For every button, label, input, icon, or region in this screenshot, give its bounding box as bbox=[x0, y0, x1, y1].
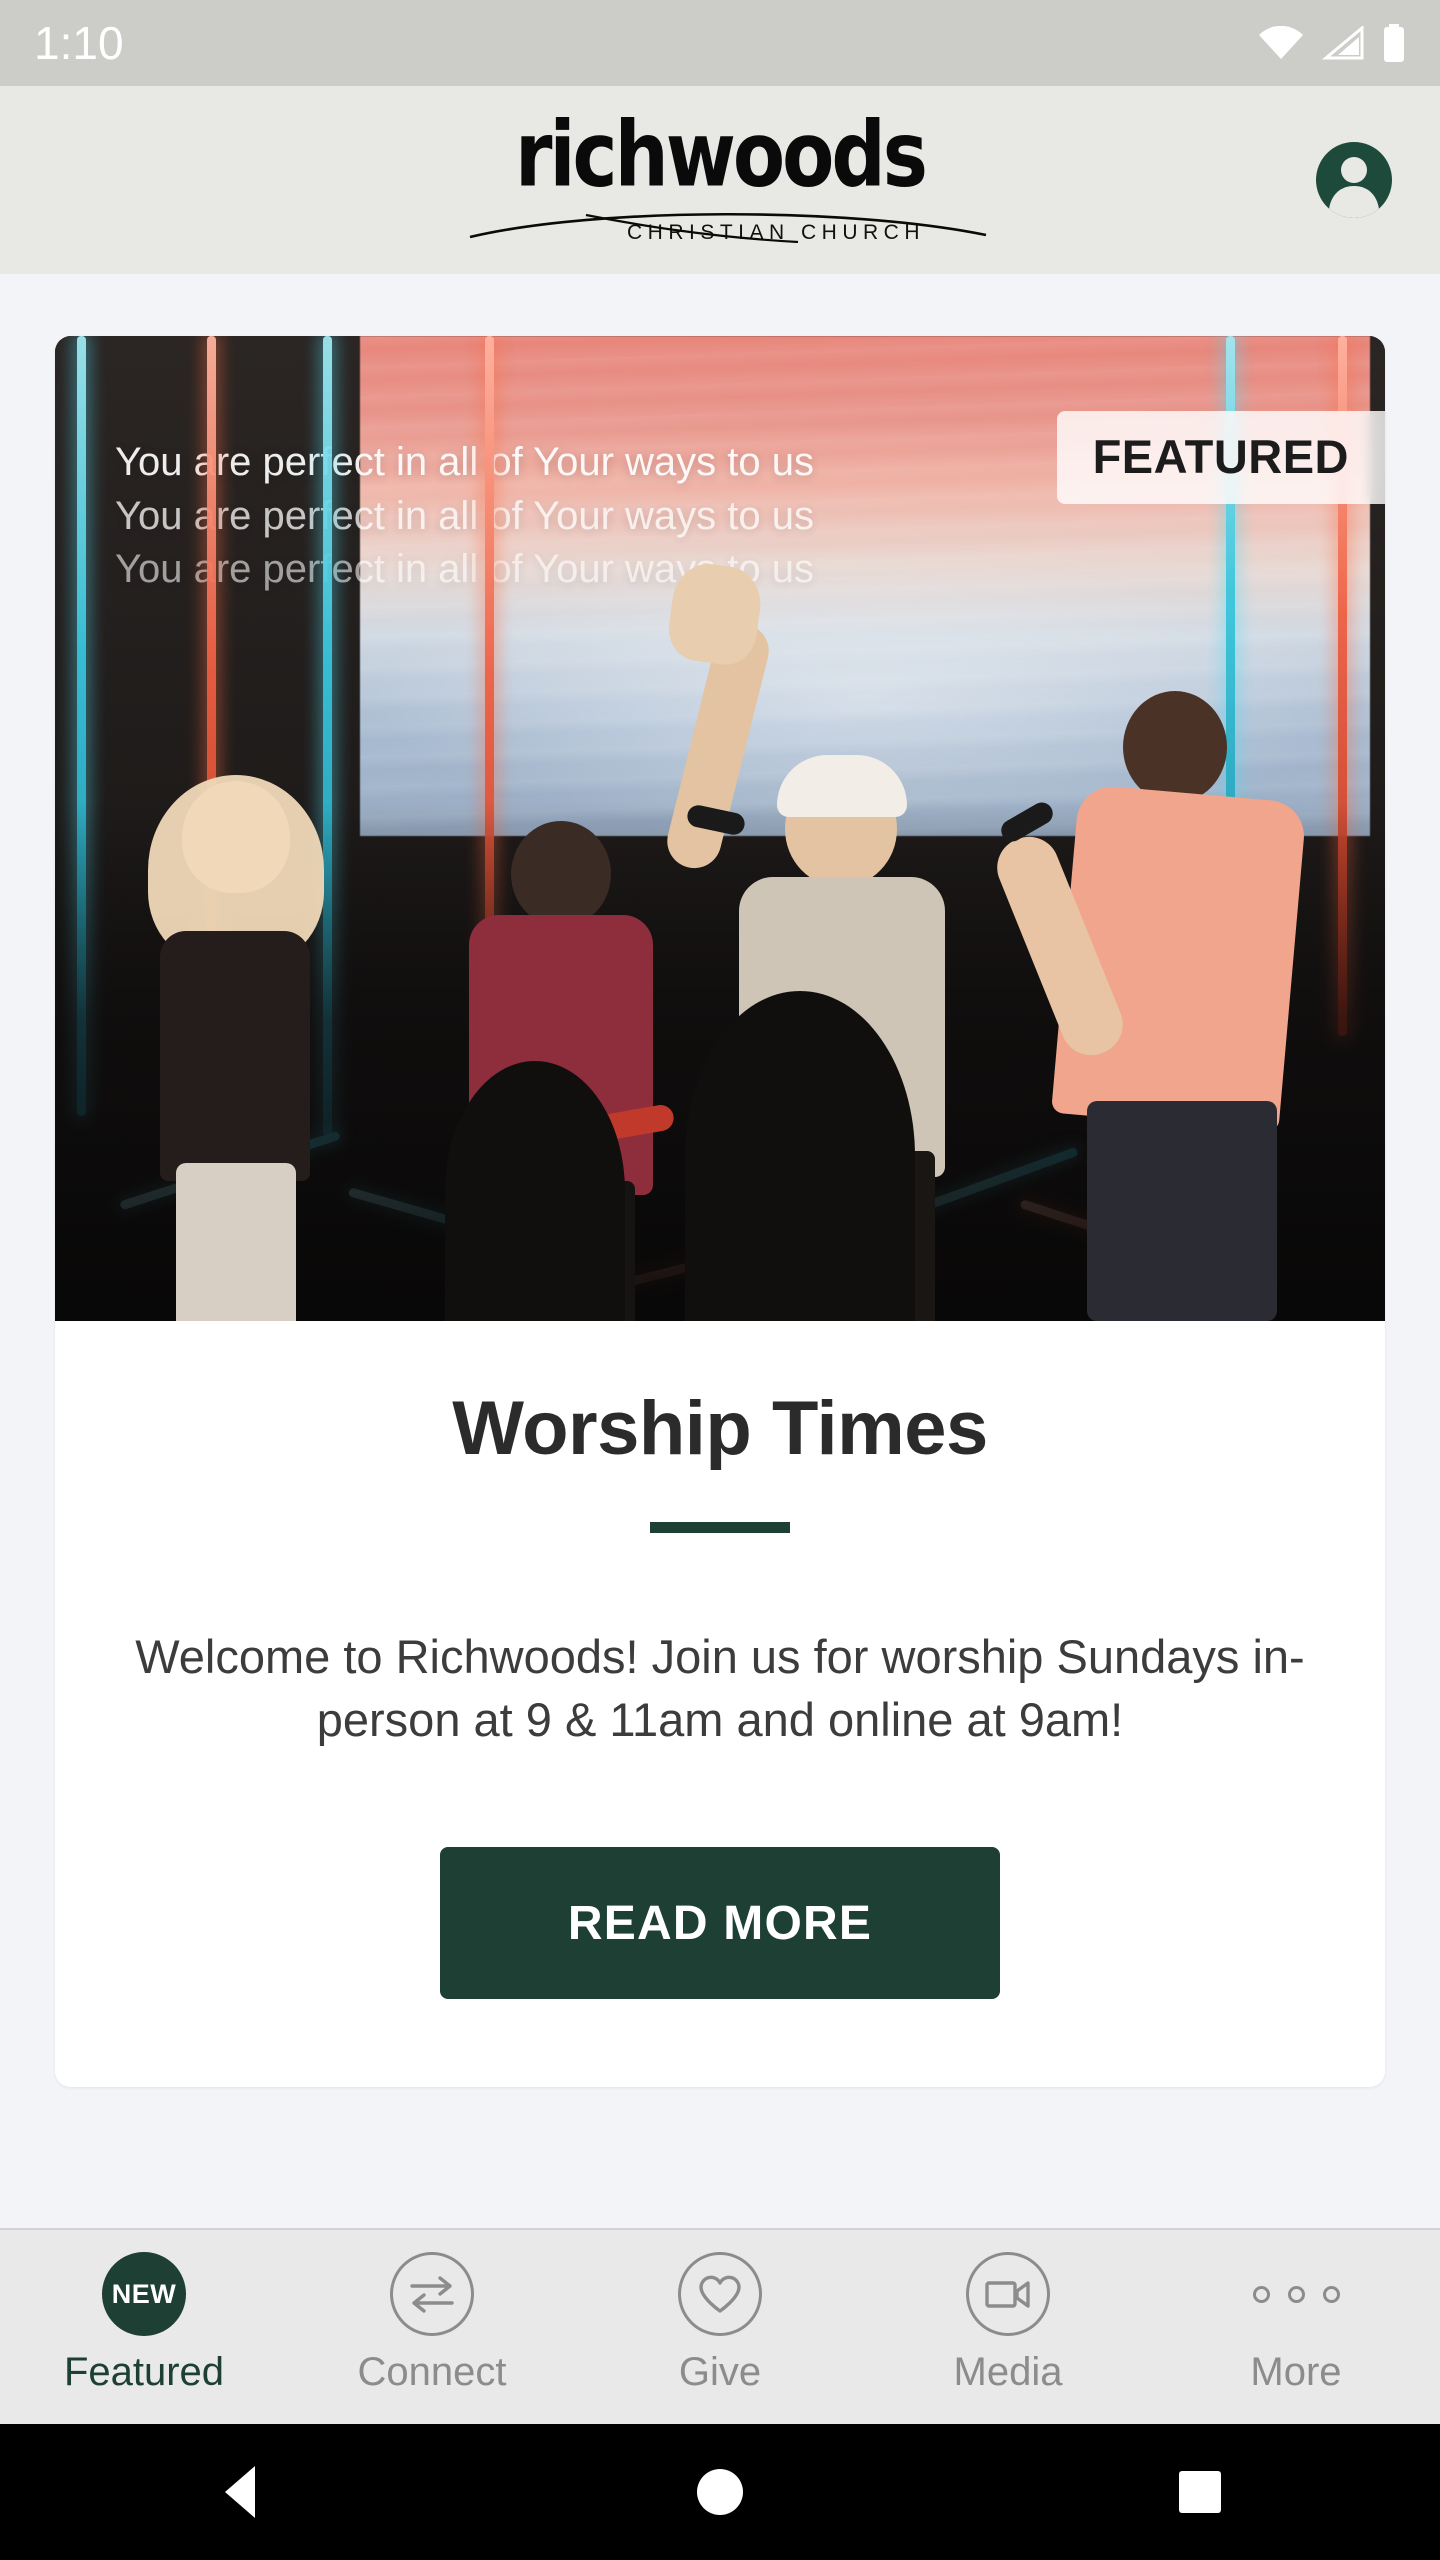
foreground-silhouette bbox=[685, 991, 915, 1321]
android-home-button[interactable] bbox=[630, 2424, 810, 2560]
featured-card-body: Worship Times Welcome to Richwoods! Join… bbox=[55, 1321, 1385, 2088]
title-divider bbox=[650, 1521, 790, 1533]
tab-more[interactable]: More bbox=[1152, 2252, 1440, 2392]
featured-hero-image[interactable]: You are perfect in all of Your ways to u… bbox=[55, 336, 1385, 1321]
foreground-silhouette bbox=[445, 1061, 625, 1321]
logo-subtitle: CHRISTIAN CHURCH bbox=[627, 221, 925, 245]
featured-content-scroll[interactable]: You are perfect in all of Your ways to u… bbox=[0, 274, 1440, 2228]
status-time: 1:10 bbox=[34, 17, 124, 69]
tab-featured-icon-wrap: NEW bbox=[102, 2252, 186, 2336]
tab-connect[interactable]: Connect bbox=[288, 2252, 576, 2392]
phone-screen: 1:10 richwoods CHRISTIAN CHURCH You are … bbox=[0, 0, 1440, 2560]
exchange-arrows-glyph bbox=[410, 2276, 454, 2313]
dot bbox=[1322, 2285, 1340, 2303]
home-circle-icon bbox=[697, 2469, 743, 2515]
tab-give-icon-wrap bbox=[678, 2252, 762, 2336]
heart-glyph bbox=[699, 2275, 741, 2313]
tab-featured[interactable]: NEW Featured bbox=[0, 2252, 288, 2392]
back-triangle-icon bbox=[225, 2466, 255, 2518]
android-recents-button[interactable] bbox=[1110, 2424, 1290, 2560]
video-camera-glyph bbox=[985, 2281, 1030, 2308]
tab-media[interactable]: Media bbox=[864, 2252, 1152, 2392]
battery-icon bbox=[1384, 24, 1404, 62]
app-logo: richwoods CHRISTIAN CHURCH bbox=[460, 101, 987, 245]
tab-featured-label: Featured bbox=[63, 2350, 225, 2394]
account-avatar-button[interactable] bbox=[1316, 142, 1392, 218]
tab-more-label: More bbox=[1250, 2350, 1342, 2394]
wifi-icon bbox=[1259, 26, 1303, 59]
featured-card-description: Welcome to Richwoods! Join us for worshi… bbox=[135, 1629, 1305, 1747]
new-badge-icon: NEW bbox=[102, 2252, 186, 2336]
android-navigation-bar bbox=[0, 2424, 1440, 2560]
tab-connect-icon-wrap bbox=[390, 2252, 474, 2336]
android-back-button[interactable] bbox=[150, 2424, 330, 2560]
cellular-signal-icon bbox=[1322, 26, 1364, 60]
logo-wordmark: richwoods bbox=[515, 101, 928, 207]
recents-square-icon bbox=[1179, 2471, 1221, 2513]
dot bbox=[1287, 2285, 1305, 2303]
tab-connect-label: Connect bbox=[357, 2350, 507, 2394]
status-bar: 1:10 bbox=[0, 0, 1440, 86]
tab-give[interactable]: Give bbox=[576, 2252, 864, 2392]
status-icons bbox=[1258, 24, 1406, 62]
tab-media-icon-wrap bbox=[966, 2252, 1050, 2336]
person-avatar-icon bbox=[1329, 157, 1379, 218]
featured-card-title: Worship Times bbox=[452, 1386, 988, 1471]
tab-more-icon-wrap bbox=[1252, 2252, 1340, 2336]
featured-badge: FEATURED bbox=[1056, 411, 1385, 504]
exchange-arrows-icon bbox=[390, 2252, 474, 2336]
app-header: richwoods CHRISTIAN CHURCH bbox=[0, 86, 1440, 274]
video-camera-icon bbox=[966, 2252, 1050, 2336]
bottom-tab-bar: NEW Featured Connect Give Media More bbox=[0, 2228, 1440, 2424]
read-more-button[interactable]: READ MORE bbox=[440, 1847, 1000, 2000]
dot bbox=[1252, 2285, 1270, 2303]
three-dots-icon bbox=[1252, 2285, 1340, 2303]
tab-media-label: Media bbox=[953, 2350, 1063, 2394]
featured-card[interactable]: You are perfect in all of Your ways to u… bbox=[55, 336, 1385, 2088]
worship-singer-right bbox=[988, 681, 1315, 1321]
heart-icon bbox=[678, 2252, 762, 2336]
worship-singer-left bbox=[130, 775, 340, 1321]
tab-give-label: Give bbox=[678, 2350, 762, 2394]
